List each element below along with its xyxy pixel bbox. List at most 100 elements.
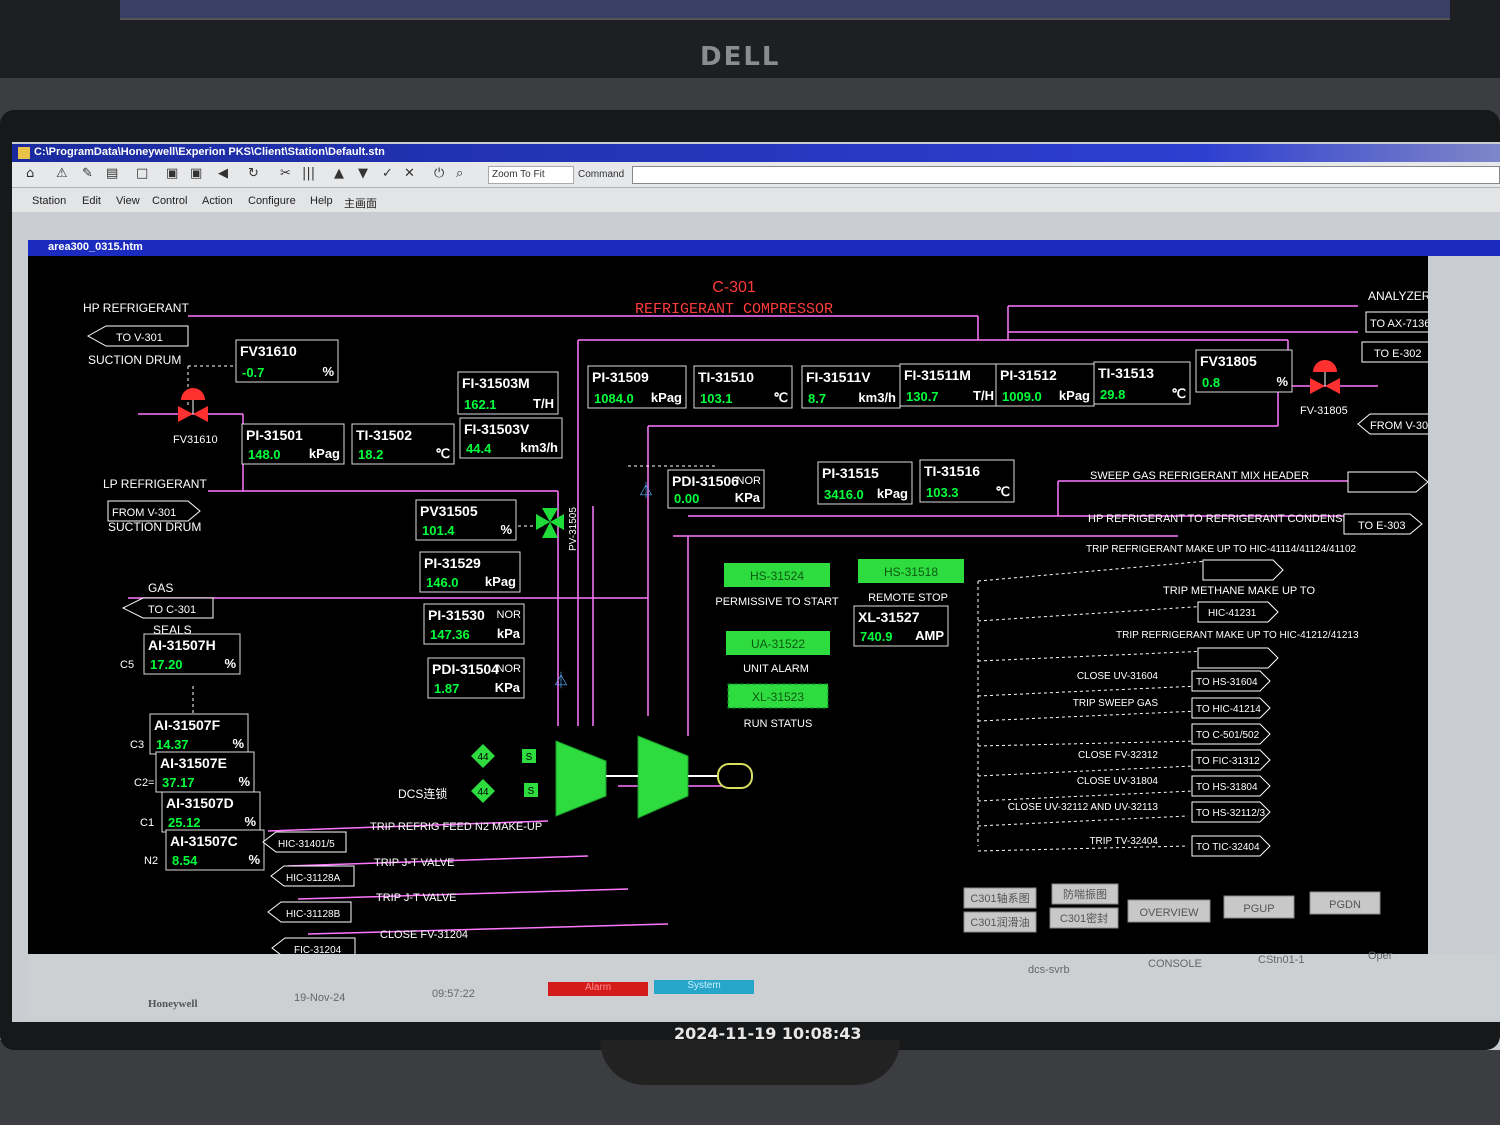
nav-anti-surge-button[interactable]: 防喘振图 — [1051, 883, 1119, 905]
cut-icon[interactable]: ✂ — [280, 166, 291, 181]
hic31128a-arrow[interactable]: HIC-31128A — [270, 865, 355, 887]
nav-c301-lube-button[interactable]: C301润滑油 — [963, 911, 1037, 933]
trip-mk1-arrow[interactable] — [1202, 559, 1284, 581]
nav-c301-seal-button[interactable]: C301密封 — [1049, 907, 1119, 929]
interlock-row[interactable]: TRIP SWEEP GAS TO HIC-41214 — [1073, 697, 1271, 719]
pv31505-valve-icon[interactable] — [536, 508, 564, 538]
faceplate-pdi-31506[interactable]: PDI-31506 0.00 KPa NOR — [667, 469, 765, 509]
solenoid-s-1[interactable]: S — [522, 749, 536, 763]
menu-control[interactable]: Control — [152, 195, 187, 207]
interlock-row[interactable]: CLOSE UV-31804 TO HS-31804 — [1077, 775, 1271, 797]
to-e303-arrow[interactable]: TO E-303 — [1343, 513, 1423, 535]
faceplate-fi-31503m[interactable]: FI-31503M 162.1 T/H — [457, 371, 559, 415]
faceplate-ti-31510[interactable]: TI-31510 103.1 ℃ — [693, 365, 793, 409]
faceplate-fi-31511m[interactable]: FI-31511M 130.7 T/H — [899, 363, 999, 407]
pdi31506-icon[interactable]: ⏃ — [638, 481, 654, 500]
fv31805-valve-icon[interactable] — [1310, 360, 1340, 394]
faceplate-fi-31511v[interactable]: FI-31511V 8.7 km3/h — [801, 365, 901, 409]
zoom-select[interactable]: Zoom To Fit — [488, 166, 574, 184]
display2-icon[interactable]: ▣ — [190, 166, 202, 181]
down-icon[interactable]: ▼ — [358, 166, 368, 181]
menu-edit[interactable]: Edit — [82, 195, 101, 207]
interlock-diamond-2[interactable]: 44 — [471, 779, 495, 803]
display-icon[interactable]: ▣ — [166, 166, 178, 181]
faceplate-ti-31513[interactable]: TI-31513 29.8 ℃ — [1093, 361, 1191, 405]
faceplate-pv31505[interactable]: PV31505 101.4% — [415, 499, 517, 541]
hic314015-arrow[interactable]: HIC-31401/5 — [262, 831, 347, 853]
to-v301-arrow[interactable]: TO V-301 — [86, 325, 189, 347]
interlock-row[interactable]: CLOSE UV-32112 AND UV-32113 TO HS-32112/3 — [1008, 801, 1271, 823]
trip-mk2-arrow[interactable] — [1197, 647, 1279, 669]
system-indicator[interactable]: System — [654, 980, 754, 994]
faceplate-ai-31507e[interactable]: AI-31507E 37.17% — [155, 751, 255, 793]
interlock-row[interactable]: TO C-501/502 — [1191, 723, 1271, 745]
search-icon[interactable]: ⌕ — [456, 166, 463, 181]
sweep-arrow[interactable] — [1347, 471, 1428, 493]
fic31204-arrow[interactable]: FIC-31204 — [271, 937, 356, 954]
interlock-diamond-1[interactable]: 44 — [471, 744, 495, 768]
menu-action[interactable]: Action — [202, 195, 233, 207]
to-c301-arrow[interactable]: TO C-301 — [121, 597, 214, 619]
nav-c301-shaft-button[interactable]: C301轴系图 — [963, 887, 1037, 909]
menu-configure[interactable]: Configure — [248, 195, 296, 207]
faceplate-pi-31509[interactable]: PI-31509 1084.0 kPag — [587, 365, 687, 409]
up-icon[interactable]: ▲ — [334, 166, 344, 181]
to-e302-arrow[interactable]: TO E-302 — [1361, 341, 1428, 363]
nav-pgup-button[interactable]: PGUP — [1223, 895, 1295, 919]
menu-view[interactable]: View — [116, 195, 140, 207]
window-titlebar[interactable]: C:\ProgramData\Honeywell\Experion PKS\Cl… — [12, 144, 1500, 162]
back-icon[interactable]: ◀ — [218, 166, 228, 181]
check-icon[interactable]: ✓ — [382, 166, 393, 181]
hic41231-arrow[interactable]: HIC-41231 — [1197, 601, 1279, 623]
command-input[interactable] — [632, 166, 1500, 184]
interlock-row[interactable]: CLOSE FV-32312 TO FIC-31312 — [1078, 749, 1271, 771]
fv31610-valve-icon[interactable] — [178, 388, 208, 422]
menu-main[interactable]: 主画面 — [344, 195, 377, 211]
interlock-row[interactable]: TRIP TV-32404 TO TIC-32404 — [1089, 835, 1271, 857]
xl31523-button[interactable]: XL-31523 — [727, 683, 829, 709]
solenoid-s-2[interactable]: S — [524, 783, 538, 797]
motor-coupling[interactable] — [717, 763, 753, 789]
faceplate-fv31610[interactable]: FV31610 -0.7% — [235, 339, 339, 383]
display-tab[interactable]: area300_0315.htm — [48, 241, 143, 253]
pdi31504-icon[interactable]: ⏃ — [553, 671, 569, 690]
print-icon[interactable]: ▤ — [106, 166, 118, 181]
compressor-stage-1[interactable] — [555, 740, 607, 817]
faceplate-pi-31501[interactable]: PI-31501 148.0 kPag — [241, 423, 345, 465]
from-v301-arrow[interactable]: FROM V-301 — [107, 500, 201, 522]
interlock-row[interactable]: CLOSE UV-31604 TO HS-31604 — [1077, 670, 1271, 692]
power-icon[interactable]: ⏻ — [434, 166, 444, 181]
faceplate-ai-31507c[interactable]: AI-31507C 8.54% — [165, 829, 265, 871]
refresh-icon[interactable]: ↻ — [248, 166, 259, 181]
edit-icon[interactable]: ✎ — [82, 166, 93, 181]
menu-station[interactable]: Station — [32, 195, 66, 207]
alarm-icon[interactable]: ⚠ — [56, 166, 68, 181]
from-v302-arrow[interactable]: FROM V-302 — [1357, 413, 1428, 435]
faceplate-ai-31507h[interactable]: AI-31507H 17.20% — [143, 633, 241, 675]
home-icon[interactable]: ⌂ — [26, 166, 34, 181]
faceplate-xl-31527[interactable]: XL-31527 740.9 AMP — [853, 605, 949, 647]
hs31518-button[interactable]: HS-31518 — [858, 559, 964, 583]
faceplate-fi-31503v[interactable]: FI-31503V 44.4 km3/h — [459, 417, 563, 459]
faceplate-ti-31502[interactable]: TI-31502 18.2 ℃ — [351, 423, 455, 465]
faceplate-pi-31529[interactable]: PI-31529 146.0 kPag — [419, 551, 521, 593]
compressor-stage-2[interactable] — [637, 735, 689, 819]
faceplate-pdi-31504[interactable]: PDI-31504 1.87 KPa NOR — [427, 657, 525, 699]
menu-help[interactable]: Help — [310, 195, 333, 207]
nav-overview-button[interactable]: OVERVIEW — [1127, 899, 1211, 923]
window-icon[interactable]: □ — [136, 166, 148, 181]
bars-icon[interactable]: ||| — [302, 166, 315, 181]
hs31524-button[interactable]: HS-31524 — [724, 563, 830, 587]
nav-pgdn-button[interactable]: PGDN — [1309, 891, 1381, 915]
close-icon[interactable]: ✕ — [404, 166, 415, 181]
faceplate-ti-31516[interactable]: TI-31516 103.3 ℃ — [919, 459, 1015, 503]
faceplate-ai-31507d[interactable]: AI-31507D 25.12% — [161, 791, 261, 833]
alarm-indicator[interactable]: Alarm — [548, 982, 648, 996]
faceplate-pi-31512[interactable]: PI-31512 1009.0 kPag — [995, 363, 1095, 407]
hic31128b-arrow[interactable]: HIC-31128B — [267, 901, 352, 923]
faceplate-pi-31515[interactable]: PI-31515 3416.0 kPag — [817, 461, 913, 505]
faceplate-fv31805[interactable]: FV31805 0.8% — [1195, 349, 1293, 393]
faceplate-ai-31507f[interactable]: AI-31507F 14.37% — [149, 713, 249, 755]
faceplate-pi-31530[interactable]: PI-31530 147.36 kPa NOR — [423, 603, 525, 645]
ua31522-button[interactable]: UA-31522 — [726, 631, 830, 655]
